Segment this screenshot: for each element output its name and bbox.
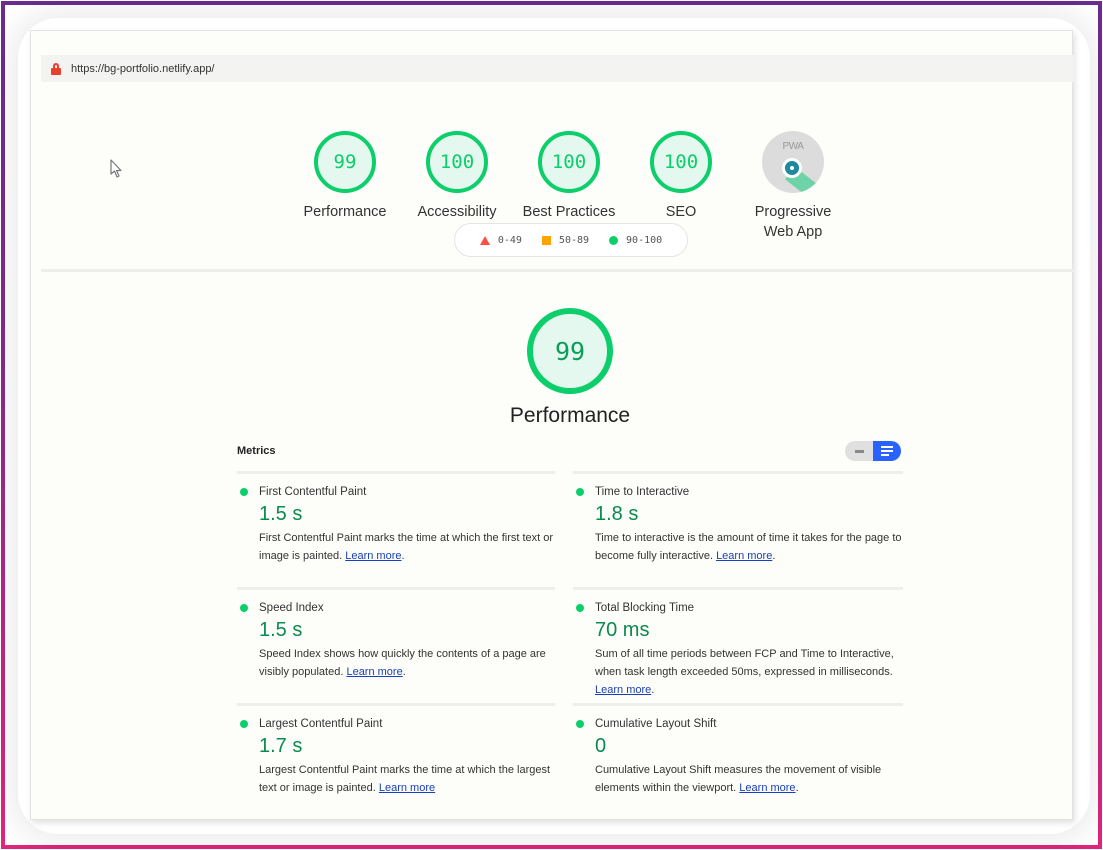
gauge-pwa[interactable]: PWA Progressive Web App [738,131,848,242]
learn-more-link[interactable]: Learn more [716,550,772,562]
lock-icon [51,62,61,75]
triangle-icon [479,235,490,245]
gauge-label: Accessibility [417,204,497,220]
metric-description: Time to interactive is the amount of tim… [595,532,902,562]
metric-speed-index: Speed Index 1.5 s Speed Index shows how … [237,587,555,703]
score-legend: 0-49 50-89 90-100 [454,223,688,257]
learn-more-link[interactable]: Learn more [346,666,402,678]
metric-value: 0 [595,735,607,757]
gauge-score: 99 [314,131,376,193]
metric-name: Speed Index [259,601,324,614]
gauge-score: 100 [426,131,488,193]
metric-value: 1.5 s [259,619,303,641]
metric-name: Time to Interactive [595,485,690,498]
metric-name: First Contentful Paint [259,485,367,498]
metric-description: Cumulative Layout Shift measures the mov… [595,764,882,794]
gauge-score: 100 [538,131,600,193]
url-bar[interactable]: https://bg-portfolio.netlify.app/ [41,55,1074,82]
gauge-seo[interactable]: 100 SEO [626,131,736,222]
metric-largest-contentful-paint: Largest Contentful Paint 1.7 s Largest C… [237,703,555,819]
compact-lines-icon [854,449,864,453]
square-icon [541,235,551,245]
gauge-accessibility[interactable]: 100 Accessibility [402,131,512,222]
pass-dot-icon [576,719,584,728]
learn-more-link[interactable]: Learn more [595,684,651,696]
metric-value: 1.7 s [259,735,303,757]
performance-title: Performance [509,404,631,427]
gauge-label: Progressive Web App [754,204,832,240]
metric-name: Largest Contentful Paint [259,717,383,730]
gauge-score: 100 [650,131,712,193]
url-text[interactable]: https://bg-portfolio.netlify.app/ [71,63,215,75]
learn-more-link[interactable]: Learn more [345,550,401,562]
performance-score: 99 [527,308,613,394]
metric-description: Largest Contentful Paint marks the time … [259,764,551,794]
gauge-performance[interactable]: 99 Performance [290,131,400,222]
legend-item-fail: 0-49 [479,235,522,246]
expanded-lines-icon [881,446,893,448]
learn-more-link[interactable]: Learn more [739,782,795,794]
learn-more-link[interactable]: Learn more [379,782,435,794]
metric-description: Sum of all time periods between FCP and … [595,648,894,696]
metric-time-to-interactive: Time to Interactive 1.8 s Time to intera… [573,471,903,587]
section-divider [41,269,1074,272]
metrics-section: Metrics First Contentful Paint 1.5 s Fir… [237,439,903,819]
metric-value: 1.5 s [259,503,303,525]
metric-description: First Contentful Paint marks the time at… [259,532,554,562]
metric-first-contentful-paint: First Contentful Paint 1.5 s First Conte… [237,471,555,587]
circle-icon [609,235,619,245]
gauge-label: Performance [303,204,387,220]
metric-description: Speed Index shows how quickly the conten… [259,648,546,678]
performance-gauge: 99 Performance [500,308,640,428]
pwa-badge-icon: PWA [762,131,824,193]
metric-cumulative-layout-shift: Cumulative Layout Shift 0 Cumulative Lay… [573,703,903,819]
metric-name: Cumulative Layout Shift [595,717,717,730]
pass-dot-icon [240,603,248,612]
pass-dot-icon [240,487,248,496]
gauge-label: Best Practices [522,204,616,220]
metric-total-blocking-time: Total Blocking Time 70 ms Sum of all tim… [573,587,903,703]
metric-value: 1.8 s [595,503,639,525]
pass-dot-icon [576,603,584,612]
metric-name: Total Blocking Time [595,601,695,614]
gauge-best-practices[interactable]: 100 Best Practices [514,131,624,222]
metrics-grid: First Contentful Paint 1.5 s First Conte… [237,471,903,819]
pass-dot-icon [240,719,248,728]
browser-window: https://bg-portfolio.netlify.app/ 99 Per… [30,30,1074,820]
mouse-cursor-icon [110,159,122,178]
legend-item-average: 50-89 [541,235,589,246]
metrics-view-toggle[interactable] [845,441,901,461]
gauge-label: SEO [665,204,697,220]
metrics-heading: Metrics [237,445,276,457]
legend-item-pass: 90-100 [609,235,662,246]
compact-view-button[interactable] [845,441,873,461]
metric-value: 70 ms [595,619,650,641]
pass-dot-icon [576,487,584,496]
expanded-view-button[interactable] [873,441,901,461]
